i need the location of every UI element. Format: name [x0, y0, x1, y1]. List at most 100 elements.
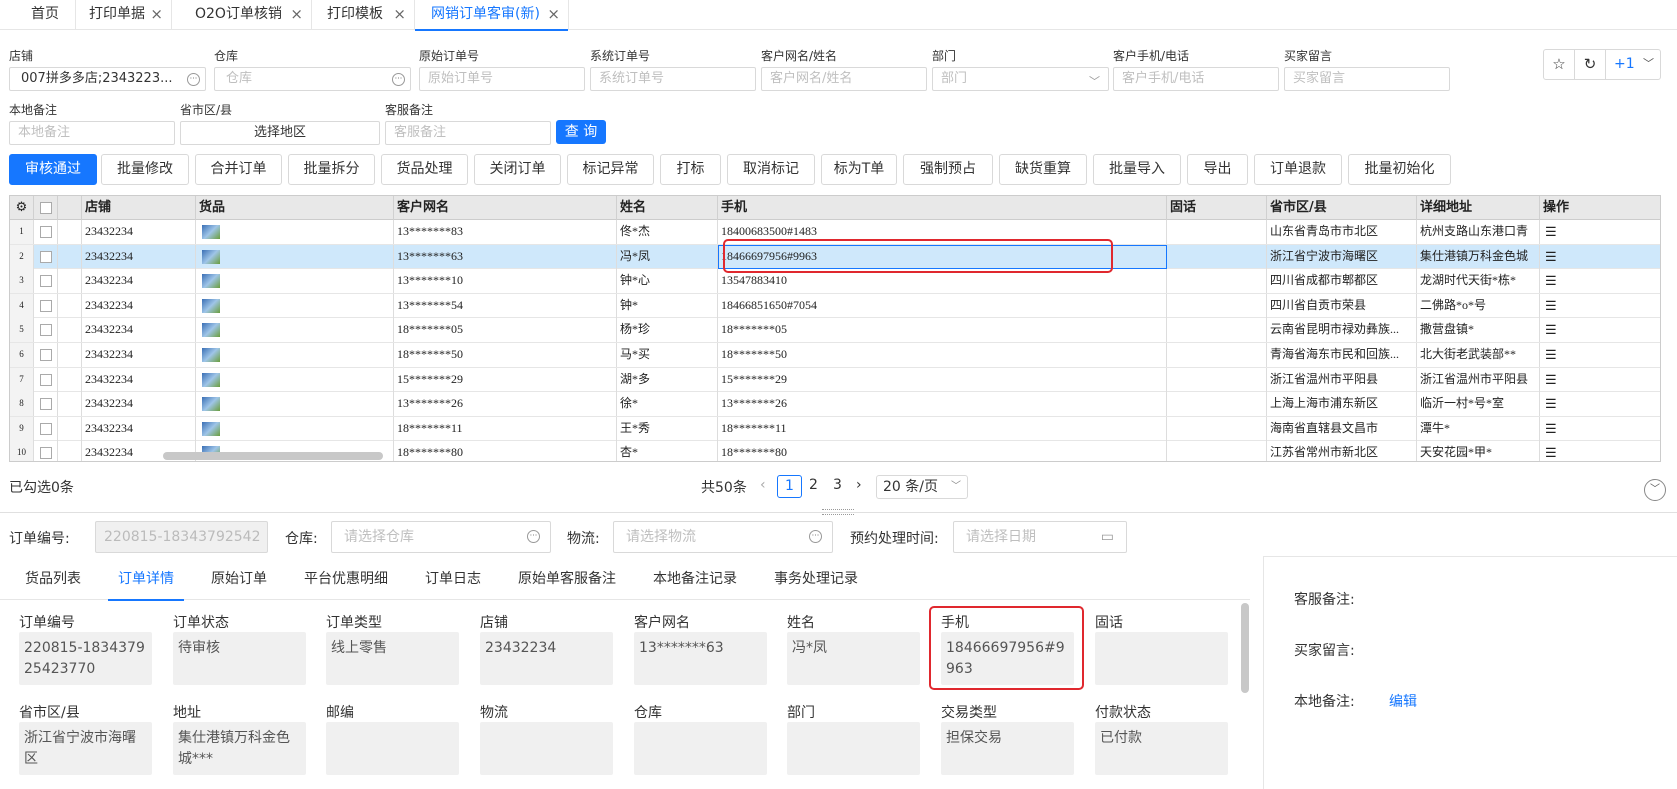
- query-button[interactable]: 查 询: [556, 120, 606, 144]
- tab-original-order[interactable]: 原始订单: [211, 560, 267, 600]
- force-preoccupy-button[interactable]: 强制预占: [903, 154, 993, 185]
- mark-exception-button[interactable]: 标记异常: [567, 154, 654, 185]
- row-checkbox[interactable]: [34, 441, 58, 461]
- tab-print-docs[interactable]: 打印单据 ×: [76, 0, 172, 30]
- row-checkbox[interactable]: [34, 367, 58, 392]
- more-icon[interactable]: ···: [809, 530, 822, 543]
- row-checkbox[interactable]: [34, 293, 58, 318]
- row-checkbox[interactable]: [34, 220, 58, 244]
- batch-init-button[interactable]: 批量初始化: [1348, 154, 1451, 185]
- close-icon[interactable]: ×: [547, 0, 560, 29]
- batch-edit-button[interactable]: 批量修改: [101, 154, 189, 185]
- goods-handle-button[interactable]: 货品处理: [381, 154, 468, 185]
- select-all-checkbox[interactable]: [34, 196, 58, 220]
- tab-home[interactable]: 首页: [0, 0, 76, 30]
- row-menu-icon[interactable]: ☰: [1540, 417, 1660, 441]
- phone-input[interactable]: 客户手机/电话: [1113, 67, 1279, 91]
- prev-page-icon[interactable]: ‹: [760, 477, 766, 493]
- row-checkbox[interactable]: [34, 392, 58, 417]
- mark-t-order-button[interactable]: 标为T单: [821, 154, 897, 185]
- more-icon[interactable]: ···: [392, 73, 405, 86]
- tab-platform-discount[interactable]: 平台优惠明细: [304, 560, 388, 600]
- collapse-icon[interactable]: ﹀: [1644, 479, 1666, 501]
- tab-goods-list[interactable]: 货品列表: [25, 560, 81, 600]
- warehouse-select[interactable]: 仓库 ···: [214, 67, 411, 91]
- close-icon[interactable]: ×: [393, 0, 406, 29]
- page-size-select[interactable]: 20 条/页 ﹀: [876, 475, 968, 499]
- row-menu-icon[interactable]: ☰: [1540, 392, 1660, 416]
- customer-input[interactable]: 客户网名/姓名: [761, 67, 927, 91]
- row-menu-icon[interactable]: ☰: [1540, 343, 1660, 367]
- page-3[interactable]: 3: [833, 477, 842, 493]
- local-note-input[interactable]: 本地备注: [9, 121, 175, 145]
- goods-thumbnail-cell[interactable]: [196, 220, 394, 244]
- cancel-tag-button[interactable]: 取消标记: [727, 154, 815, 185]
- batch-split-button[interactable]: 批量拆分: [288, 154, 375, 185]
- goods-thumbnail-cell[interactable]: [196, 416, 394, 441]
- header-address[interactable]: 详细地址: [1417, 196, 1540, 220]
- row-menu-icon[interactable]: ☰: [1540, 220, 1660, 244]
- goods-thumbnail-cell[interactable]: [196, 318, 394, 343]
- warehouse-select[interactable]: 请选择仓库 ···: [331, 521, 551, 553]
- row-menu-icon[interactable]: ☰: [1540, 294, 1660, 318]
- goods-thumbnail-cell[interactable]: [196, 343, 394, 367]
- table-row[interactable]: 5 23432234 18*******05 杨*珍 18*******05 云南省昆明市…: [10, 318, 1660, 343]
- tab-order-detail[interactable]: 订单详情: [108, 560, 184, 601]
- tab-local-note-record[interactable]: 本地备注记录: [653, 560, 737, 600]
- close-order-button[interactable]: 关闭订单: [474, 154, 561, 185]
- vertical-scrollbar[interactable]: [1241, 603, 1249, 693]
- tag-button[interactable]: 打标: [660, 154, 721, 185]
- column-count-button[interactable]: +1 ﹀: [1606, 50, 1661, 79]
- table-row[interactable]: 4 23432234 13*******54 钟* 18466851650#7054 四川…: [10, 293, 1660, 319]
- row-menu-icon[interactable]: ☰: [1540, 368, 1660, 392]
- order-refund-button[interactable]: 订单退款: [1254, 154, 1342, 185]
- dept-select[interactable]: 部门 ﹀: [932, 67, 1109, 91]
- header-goods[interactable]: 货品: [196, 196, 394, 220]
- tab-o2o[interactable]: O2O订单核销 ×: [172, 0, 312, 30]
- table-row[interactable]: 7 23432234 15*******29 湖*多 15*******29 浙江省温州市…: [10, 367, 1660, 393]
- row-checkbox[interactable]: [34, 244, 58, 269]
- page-2[interactable]: 2: [809, 477, 818, 493]
- orig-order-input[interactable]: 原始订单号: [419, 67, 585, 91]
- goods-thumbnail-cell[interactable]: [196, 293, 394, 318]
- goods-thumbnail-cell[interactable]: [196, 392, 394, 417]
- close-icon[interactable]: ×: [150, 0, 163, 29]
- buyer-msg-input[interactable]: 买家留言: [1284, 67, 1450, 91]
- refresh-icon[interactable]: ↻: [1575, 50, 1606, 79]
- sys-order-input[interactable]: 系统订单号: [590, 67, 756, 91]
- more-icon[interactable]: ···: [527, 530, 540, 543]
- row-checkbox[interactable]: [34, 343, 58, 367]
- export-button[interactable]: 导出: [1187, 154, 1248, 185]
- shop-select[interactable]: 007拼多多店;2343223... ···: [9, 67, 206, 91]
- column-settings-icon[interactable]: ⚙: [10, 196, 34, 220]
- goods-thumbnail-cell[interactable]: [196, 244, 394, 269]
- table-row[interactable]: 6 23432234 18*******50 马*买 18*******50 青海省海东市…: [10, 343, 1660, 368]
- tab-original-cs-note[interactable]: 原始单客服备注: [518, 560, 616, 600]
- goods-thumbnail-cell[interactable]: [196, 269, 394, 294]
- tab-affair-record[interactable]: 事务处理记录: [774, 560, 858, 600]
- header-tel[interactable]: 固话: [1167, 196, 1267, 220]
- logistics-select[interactable]: 请选择物流 ···: [613, 521, 833, 553]
- tab-order-log[interactable]: 订单日志: [425, 560, 481, 600]
- page-1[interactable]: 1: [777, 475, 802, 498]
- row-menu-icon[interactable]: ☰: [1540, 441, 1660, 461]
- merge-order-button[interactable]: 合并订单: [195, 154, 282, 185]
- tab-print-template[interactable]: 打印模板 ×: [312, 0, 415, 30]
- next-page-icon[interactable]: ›: [856, 477, 862, 493]
- row-menu-icon[interactable]: ☰: [1540, 269, 1660, 293]
- table-row[interactable]: 8 23432234 13*******26 徐* 13*******26 上海上海市浦东…: [10, 392, 1660, 417]
- schedule-date-picker[interactable]: 请选择日期 ▭: [953, 521, 1127, 553]
- header-shop[interactable]: 店铺: [82, 196, 196, 220]
- edit-link[interactable]: 编辑: [1389, 691, 1417, 711]
- header-phone[interactable]: 手机: [718, 196, 1167, 220]
- recalc-shortage-button[interactable]: 缺货重算: [999, 154, 1087, 185]
- row-menu-icon[interactable]: ☰: [1540, 245, 1660, 269]
- row-menu-icon[interactable]: ☰: [1540, 318, 1660, 342]
- table-row[interactable]: 9 23432234 18*******11 王*秀 18*******11 海南省直辖县…: [10, 416, 1660, 442]
- header-customer[interactable]: 客户网名: [394, 196, 617, 220]
- close-icon[interactable]: ×: [290, 0, 303, 29]
- tab-online-order-audit[interactable]: 网销订单客审(新) ×: [415, 0, 569, 31]
- cs-note-input[interactable]: 客服备注: [385, 121, 551, 145]
- star-icon[interactable]: ☆: [1544, 50, 1575, 79]
- horizontal-scrollbar[interactable]: [163, 452, 383, 460]
